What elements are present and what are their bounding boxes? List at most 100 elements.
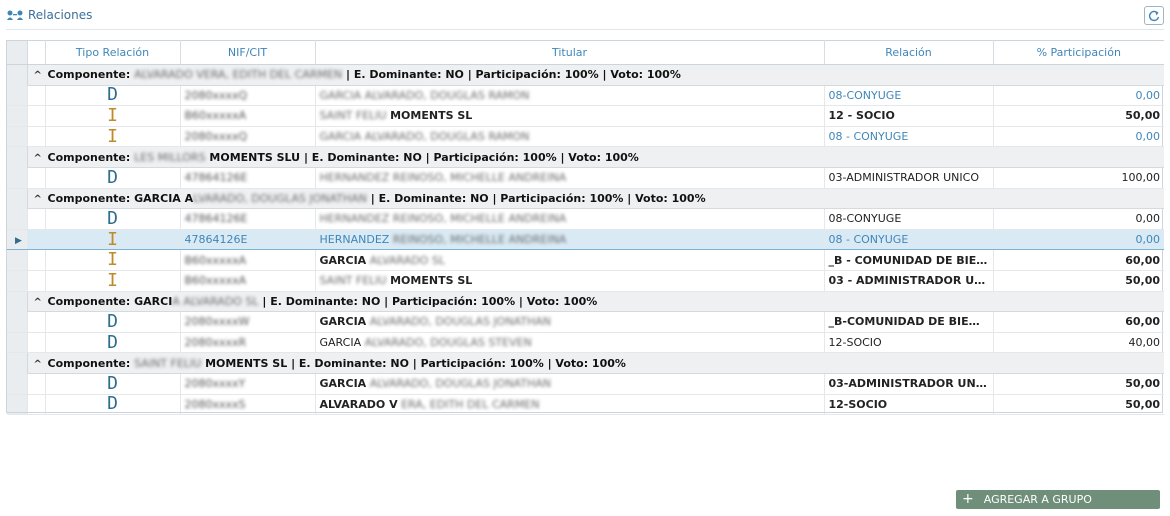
table-row[interactable]: D 47864126E HERNANDEZ REINOSO, MICHELLE AN… <box>7 167 1164 189</box>
nif-redacted: 2080xxxxY <box>184 377 246 391</box>
row-selector[interactable] <box>7 291 28 312</box>
relation-direct-icon: D <box>45 332 181 354</box>
titular-prefix: GARCIA <box>319 377 367 391</box>
column-header-tipo[interactable]: Tipo Relación <box>45 40 181 65</box>
row-selector[interactable] <box>7 208 28 230</box>
participacion-cell: 40,00 <box>993 332 1164 354</box>
row-selector[interactable] <box>7 105 28 127</box>
group-prefix: Componente: <box>47 356 131 370</box>
collapse-caret-icon[interactable]: ^ <box>34 194 48 205</box>
group-header[interactable]: ^ Componente: LES MILLORS MOMENTS SLU | E… <box>27 146 1164 168</box>
add-button-label: AGREGAR A GRUPO ECONÓMICO <box>962 493 1092 516</box>
row-selector[interactable] <box>7 373 28 395</box>
titular-visible: MOMENTS SL <box>390 109 473 123</box>
titular-visible: MOMENTS SL <box>390 274 473 288</box>
table-row[interactable]: D 2080xxxxW GARCIA ALVARADO, DOUGLAS JONAT… <box>7 311 1164 333</box>
row-selector[interactable] <box>7 167 28 189</box>
nif-cell: 47864126E <box>180 228 316 251</box>
nif-redacted: 2080xxxxQ <box>184 130 248 144</box>
nif-redacted: 47864126E <box>184 212 248 226</box>
row-selector[interactable] <box>7 332 28 354</box>
indent-cell <box>27 105 46 127</box>
group-summary: | E. Dominante: NO | Participación: 100%… <box>303 150 639 164</box>
group-header[interactable]: ^ Componente: ALVARADO VERA, EDITH DEL CA… <box>27 64 1164 86</box>
row-selector[interactable] <box>7 64 28 86</box>
table-row[interactable]: I B60xxxxxA GARCIA ALVARADO SL _B - COMUNID… <box>7 249 1164 271</box>
group-name-redacted: A ALVARADO SL <box>172 294 259 308</box>
collapse-caret-icon[interactable]: ^ <box>34 70 48 81</box>
table-row[interactable]: I B60xxxxxA SAINT FELIU MOMENTS SL 03 - ADM… <box>7 270 1164 292</box>
row-selector[interactable] <box>7 270 28 292</box>
relation-indirect-icon: I <box>45 270 181 292</box>
row-selector[interactable] <box>7 126 28 148</box>
indent-cell <box>27 270 46 292</box>
group-header[interactable]: ^ Componente: GARCIA ALVARADO, DOUGLAS JO… <box>27 188 1164 210</box>
add-to-economic-group-button[interactable]: +AGREGAR A GRUPO ECONÓMICO <box>956 490 1160 516</box>
collapse-caret-icon[interactable]: ^ <box>34 297 48 308</box>
titular-redacted: HERNANDEZ REINOSO, MICHELLE ANDREINA <box>319 171 567 185</box>
group-header[interactable]: ^ Componente: SAINT FELIU MOMENTS SL | E.… <box>27 352 1164 374</box>
grid-bottom-border <box>6 412 1163 413</box>
column-header-participacion[interactable]: % Participación <box>993 40 1164 65</box>
titular-cell: GARCIA ALVARADO, DOUGLAS JONATHAN <box>315 311 825 333</box>
nif-cell: 2080xxxxW <box>180 311 316 333</box>
nif-cell: 2080xxxxQ <box>180 85 316 107</box>
column-header-nif[interactable]: NIF/CIT <box>180 40 316 65</box>
titular-redacted: GARCIA ALVARADO, DOUGLAS RAMON <box>319 130 530 144</box>
titular-cell: HERNANDEZ REINOSO, MICHELLE ANDREINA <box>315 228 825 251</box>
participacion-cell: 0,00 <box>993 208 1164 230</box>
relation-direct-icon: D <box>45 208 181 230</box>
table-row[interactable]: D 47864126E HERNANDEZ REINOSO, MICHELLE AN… <box>7 208 1164 230</box>
selector-header <box>7 40 28 65</box>
participacion-cell: 100,00 <box>993 167 1164 189</box>
refresh-button[interactable] <box>1144 6 1164 25</box>
group-row[interactable]: ^ Componente: GARCIA ALVARADO SL | E. Dom… <box>7 291 1164 313</box>
row-selector[interactable] <box>7 249 28 271</box>
relacion-cell: 08 - CONYUGE <box>824 228 994 251</box>
relacion-cell: _B-COMUNIDAD DE BIENES... <box>824 311 994 333</box>
indent-cell <box>27 332 46 354</box>
table-row[interactable]: I 2080xxxxQ GARCIA ALVARADO, DOUGLAS RAMON… <box>7 126 1164 148</box>
participacion-cell: 0,00 <box>993 85 1164 107</box>
row-selector[interactable] <box>7 85 28 107</box>
collapse-caret-icon[interactable]: ^ <box>34 359 48 370</box>
nif-redacted: 2080xxxxW <box>184 315 250 329</box>
group-prefix: Componente: <box>47 294 131 308</box>
collapse-caret-icon[interactable]: ^ <box>34 153 48 164</box>
group-header[interactable]: ^ Componente: GARCIA ALVARADO SL | E. Dom… <box>27 291 1164 313</box>
row-selector[interactable] <box>7 311 28 333</box>
nif-redacted: B60xxxxxA <box>184 109 247 123</box>
titular-prefix: HERNANDEZ <box>319 233 390 247</box>
nif-cell: 2080xxxxR <box>180 332 316 354</box>
relacion-cell: _B - COMUNIDAD DE BIENES... <box>824 249 994 271</box>
group-row[interactable]: ^ Componente: LES MILLORS MOMENTS SLU | E… <box>7 146 1164 168</box>
group-summary: | E. Dominante: NO | Participación: 100%… <box>291 356 626 370</box>
relation-indirect-icon: I <box>45 249 181 271</box>
row-selector[interactable] <box>7 188 28 209</box>
indent-cell <box>27 85 46 107</box>
table-body: ^ Componente: ALVARADO VERA, EDITH DEL CA… <box>7 64 1164 416</box>
table-row[interactable]: D 2080xxxxY GARCIA ALVARADO, DOUGLAS JONAT… <box>7 373 1164 395</box>
titular-cell: GARCIA ALVARADO, DOUGLAS RAMON <box>315 85 825 107</box>
group-row[interactable]: ^ Componente: SAINT FELIU MOMENTS SL | E.… <box>7 352 1164 374</box>
indent-cell <box>27 373 46 395</box>
refresh-icon <box>1148 10 1160 22</box>
table-row[interactable]: D 2080xxxxR GARCIA ALVARADO, DOUGLAS STEVE… <box>7 332 1164 354</box>
current-row-arrow-icon: ▶ <box>15 236 22 247</box>
row-selector[interactable] <box>7 352 28 374</box>
nif-redacted: 2080xxxxS <box>184 397 246 411</box>
row-selector[interactable]: ▶ <box>7 228 28 251</box>
titular-redacted: SAINT FELIU <box>319 274 387 288</box>
group-row[interactable]: ^ Componente: GARCIA ALVARADO, DOUGLAS JO… <box>7 188 1164 210</box>
column-header-titular[interactable]: Titular <box>315 40 825 65</box>
table-row[interactable]: ▶ I 47864126E HERNANDEZ REINOSO, MICHELLE A… <box>7 228 1164 251</box>
table-header-row: Tipo Relación NIF/CIT Titular Relación %… <box>7 40 1164 65</box>
relation-direct-icon: D <box>45 373 181 395</box>
column-header-relacion[interactable]: Relación <box>824 40 994 65</box>
group-row[interactable]: ^ Componente: ALVARADO VERA, EDITH DEL CA… <box>7 64 1164 86</box>
row-selector[interactable] <box>7 146 28 168</box>
table-row[interactable]: D 2080xxxxQ GARCIA ALVARADO, DOUGLAS RAMON… <box>7 85 1164 107</box>
table-row[interactable]: I B60xxxxxA SAINT FELIU MOMENTS SL 12 - SOC… <box>7 105 1164 127</box>
group-name-redacted: LVARADO, DOUGLAS JONATHAN <box>193 191 367 205</box>
indent-cell <box>27 311 46 333</box>
